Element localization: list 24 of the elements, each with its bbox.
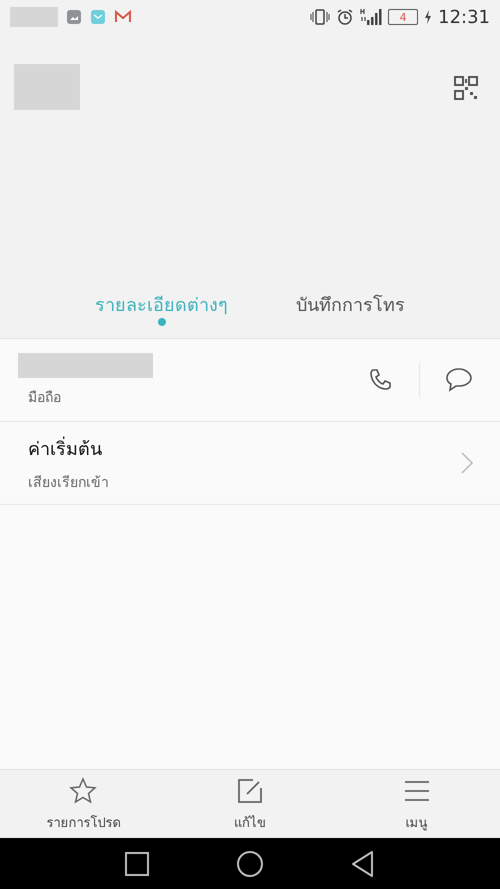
recent-apps-icon[interactable] (124, 850, 150, 876)
signal-icon (360, 8, 382, 26)
image-icon (66, 9, 82, 25)
tab[interactable]: บันทึกการโทร (292, 284, 409, 328)
toolbar-button[interactable]: แก้ไข (174, 770, 325, 838)
star-icon (68, 776, 98, 806)
message-icon[interactable] (444, 366, 474, 394)
vibrate-icon (310, 9, 330, 25)
toolbar-button[interactable]: รายการโปรด (8, 770, 158, 838)
chevron-right-icon (460, 451, 474, 475)
phone-type-label: มือถือ (27, 388, 62, 408)
alarm-icon (336, 8, 354, 26)
back-icon[interactable] (350, 850, 376, 878)
ringtone-subtitle: เสียงเรียกเข้า (28, 474, 110, 492)
ringtone-row[interactable]: ค่าเริ่มต้น เสียงเรียกเข้า (0, 422, 500, 505)
charging-icon (424, 10, 432, 24)
redacted-block (14, 64, 80, 110)
battery-level: 4 (400, 12, 407, 22)
clock-time: 12:31 (438, 6, 490, 28)
qr-code-icon (454, 76, 478, 100)
toolbar-button[interactable]: เมนู (342, 770, 492, 838)
home-icon[interactable] (236, 850, 264, 878)
ringtone-title: ค่าเริ่มต้น (28, 436, 103, 462)
redacted-block (10, 7, 58, 27)
